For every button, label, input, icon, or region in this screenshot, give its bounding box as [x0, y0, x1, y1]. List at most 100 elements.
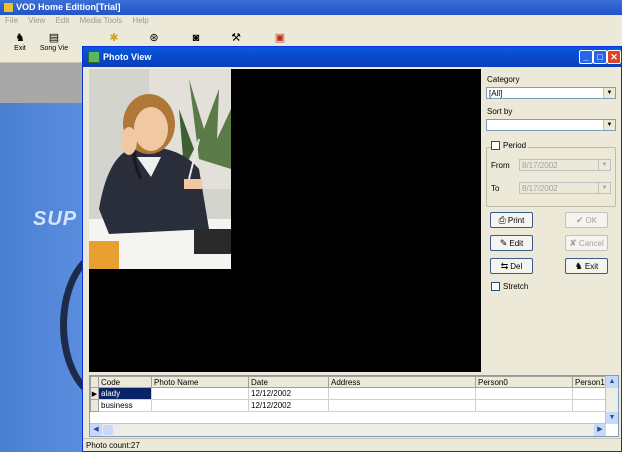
horizontal-scrollbar[interactable]: ◀ ▶	[90, 423, 606, 436]
period-group	[486, 147, 616, 207]
row-indicator-arrow-icon: ▶	[90, 387, 99, 400]
camera-toolbar-button[interactable]: ◙	[178, 31, 214, 45]
cell-photo-name[interactable]	[151, 387, 249, 400]
disc-icon: ⊛	[149, 32, 159, 44]
stretch-checkbox-box[interactable]	[491, 282, 500, 292]
tools-toolbar-button[interactable]: ⚒	[218, 31, 254, 45]
background-strip	[0, 63, 88, 103]
chevron-down-icon: ▼	[603, 120, 615, 130]
dialog-title: Photo View	[103, 52, 152, 62]
period-label: Period	[503, 141, 527, 150]
check-icon: ✔	[575, 215, 584, 225]
edit-button[interactable]: ✎ Edit	[490, 235, 533, 251]
delete-icon: ⇆	[500, 261, 509, 271]
scroll-right-icon[interactable]: ▶	[594, 424, 606, 436]
print-button[interactable]: ⎙ Print	[490, 212, 533, 228]
stretch-label: Stretch	[503, 282, 529, 291]
sortby-label: Sort by	[487, 107, 513, 116]
sortby-select[interactable]: ▼	[486, 119, 616, 131]
app-title: VOD Home Edition[Trial]	[16, 2, 121, 12]
period-checkbox[interactable]: Period	[491, 141, 529, 151]
menu-media-tools[interactable]: Media Tools	[80, 16, 123, 25]
filter-panel: Category [All] ▼ Sort by ▼ Period From 8…	[485, 69, 619, 369]
photo-illustration	[89, 69, 231, 269]
tv-icon: ▣	[274, 32, 286, 44]
song-view-toolbar-button[interactable]: ▤ Song Vie	[36, 31, 72, 52]
menu-file[interactable]: File	[5, 16, 18, 25]
song-view-icon: ▤	[48, 32, 60, 44]
photo-count: Photo count:27	[86, 441, 140, 450]
menu-view[interactable]: View	[28, 16, 45, 25]
table-row[interactable]: business 12/12/2002	[90, 399, 613, 412]
cell-date[interactable]: 12/12/2002	[248, 399, 329, 412]
scroll-thumb[interactable]	[103, 425, 113, 435]
menu-edit[interactable]: Edit	[56, 16, 70, 25]
disc-toolbar-button[interactable]: ⊛	[136, 31, 172, 45]
app-menu-bar: File View Edit Media Tools Help	[0, 15, 622, 27]
to-date-value: 8/17/2002	[522, 184, 558, 193]
to-date-picker[interactable]: 8/17/2002 ▼	[519, 182, 611, 194]
column-header-photo-name[interactable]: Photo Name	[151, 376, 249, 388]
column-header-address[interactable]: Address	[328, 376, 476, 388]
cancel-button[interactable]: ✘ Cancel	[565, 235, 608, 251]
vertical-scrollbar[interactable]: ▲ ▼	[605, 376, 618, 424]
photo-view-dialog: Photo View _ □ ✕ Category [All] ▼ Sort b…	[82, 46, 622, 452]
table-row[interactable]: ▶ alady 12/12/2002	[90, 387, 613, 400]
column-header-date[interactable]: Date	[248, 376, 329, 388]
status-bar: Photo count:27	[83, 438, 621, 452]
photo-table: Code Photo Name Date Address Person0 Per…	[90, 376, 613, 412]
printer-icon: ⎙	[498, 215, 506, 225]
scroll-down-icon[interactable]: ▼	[606, 412, 618, 424]
stretch-checkbox[interactable]: Stretch	[491, 282, 529, 292]
scroll-up-icon[interactable]: ▲	[606, 376, 618, 388]
photo-grid: Code Photo Name Date Address Person0 Per…	[89, 375, 619, 437]
minimize-button[interactable]: _	[579, 50, 593, 64]
column-header-person0[interactable]: Person0	[475, 376, 573, 388]
category-select[interactable]: [All] ▼	[486, 87, 616, 99]
exit-icon: ♞	[15, 32, 25, 44]
dialog-title-bar[interactable]: Photo View _ □ ✕	[83, 47, 621, 67]
cancel-icon: ✘	[569, 238, 577, 248]
from-date-picker[interactable]: 8/17/2002 ▼	[519, 159, 611, 171]
app-icon	[4, 3, 13, 12]
cell-person0[interactable]	[475, 399, 573, 412]
cell-date[interactable]: 12/12/2002	[248, 387, 329, 400]
del-button[interactable]: ⇆ Del	[490, 258, 533, 274]
edit-icon: ✎	[499, 238, 508, 248]
camera-icon: ◙	[192, 32, 200, 44]
category-value: [All]	[489, 89, 503, 98]
close-button[interactable]: ✕	[607, 50, 621, 64]
photo-viewer	[89, 69, 481, 372]
tv-toolbar-button[interactable]: ▣	[262, 31, 298, 45]
cell-photo-name[interactable]	[151, 399, 249, 412]
cell-code[interactable]: alady	[98, 387, 152, 400]
column-header-code[interactable]: Code	[98, 376, 152, 388]
chevron-down-icon: ▼	[598, 160, 610, 170]
cell-address[interactable]	[328, 387, 476, 400]
exit-button[interactable]: ♞ Exit	[565, 258, 608, 274]
cell-address[interactable]	[328, 399, 476, 412]
cell-code[interactable]: business	[98, 399, 152, 412]
from-label: From	[491, 161, 510, 170]
photo-icon: ✱	[109, 32, 119, 44]
chevron-down-icon: ▼	[603, 88, 615, 98]
cell-person0[interactable]	[475, 387, 573, 400]
app-background-panel: SUP	[0, 63, 154, 452]
ok-button[interactable]: ✔ OK	[565, 212, 608, 228]
category-label: Category	[487, 75, 520, 84]
tools-icon: ⚒	[231, 32, 241, 44]
maximize-button[interactable]: □	[593, 50, 607, 64]
scroll-left-icon[interactable]: ◀	[90, 424, 102, 436]
exit-toolbar-button[interactable]: ♞ Exit	[2, 31, 38, 52]
from-date-value: 8/17/2002	[522, 161, 558, 170]
photo-image	[89, 69, 231, 269]
photo-view-icon	[88, 51, 100, 63]
to-label: To	[491, 184, 500, 193]
indicator-header	[90, 376, 99, 388]
table-header-row: Code Photo Name Date Address Person0 Per…	[90, 376, 613, 388]
background-logo: SUP	[33, 208, 78, 230]
app-title-bar: VOD Home Edition[Trial]	[0, 0, 622, 15]
photo-toolbar-button[interactable]: ✱	[96, 31, 132, 45]
menu-help[interactable]: Help	[132, 16, 148, 25]
period-checkbox-box[interactable]	[491, 141, 500, 151]
